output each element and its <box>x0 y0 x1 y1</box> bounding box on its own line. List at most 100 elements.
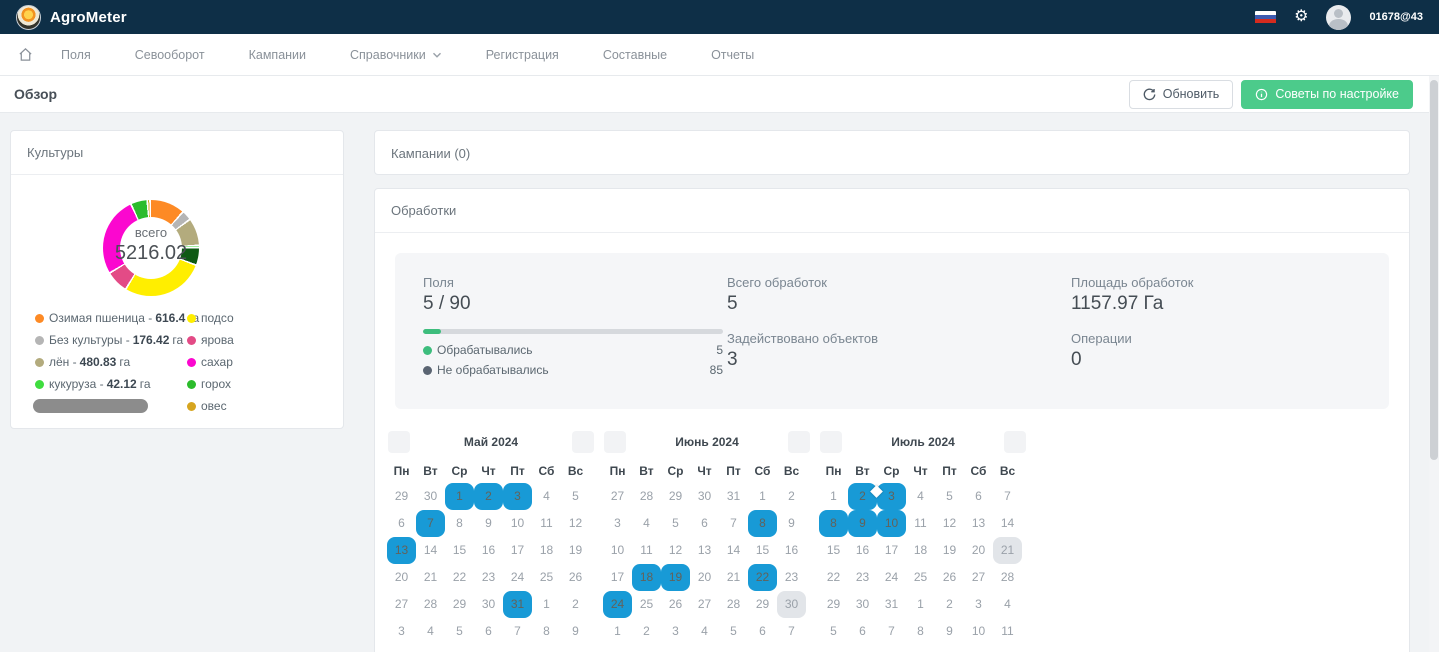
calendar-day[interactable]: 29 <box>748 591 777 618</box>
calendar-day[interactable]: 6 <box>964 483 993 510</box>
calendar-day[interactable]: 24 <box>877 564 906 591</box>
calendar-next-button[interactable] <box>1004 431 1026 453</box>
calendar-day[interactable]: 10 <box>503 510 532 537</box>
legend-item[interactable]: овес <box>187 395 327 417</box>
calendar-day[interactable]: 23 <box>777 564 806 591</box>
calendar-day[interactable]: 7 <box>877 618 906 645</box>
calendar-day[interactable]: 8 <box>445 510 474 537</box>
calendar-day[interactable]: 1 <box>445 483 474 510</box>
menu-item-reports[interactable]: Отчеты <box>711 48 754 62</box>
calendar-day[interactable]: 4 <box>632 510 661 537</box>
calendar-day[interactable]: 7 <box>503 618 532 645</box>
legend-item[interactable]: Без культуры - 176.42га <box>35 329 187 351</box>
calendar-day[interactable]: 11 <box>532 510 561 537</box>
legend-item[interactable]: лён - 480.83га <box>35 351 187 373</box>
calendar-day[interactable]: 25 <box>906 564 935 591</box>
calendar-day[interactable]: 7 <box>993 483 1022 510</box>
calendar-day[interactable]: 23 <box>474 564 503 591</box>
calendar-day[interactable]: 7 <box>416 510 445 537</box>
setup-tips-button[interactable]: Советы по настройке <box>1241 80 1413 109</box>
user-avatar[interactable] <box>1326 5 1351 30</box>
menu-item-directories[interactable]: Справочники <box>350 48 442 62</box>
calendar-day[interactable]: 14 <box>416 537 445 564</box>
legend-item[interactable]: кукуруза - 42.12га <box>35 373 187 395</box>
calendar-day[interactable]: 15 <box>819 537 848 564</box>
calendar-day[interactable]: 11 <box>993 618 1022 645</box>
calendar-day[interactable]: 17 <box>603 564 632 591</box>
calendar-day[interactable]: 9 <box>935 618 964 645</box>
calendar-day[interactable]: 12 <box>561 510 590 537</box>
calendar-day[interactable]: 29 <box>819 591 848 618</box>
calendar-day[interactable]: 30 <box>690 483 719 510</box>
calendar-day[interactable]: 9 <box>474 510 503 537</box>
calendar-day[interactable]: 4 <box>906 483 935 510</box>
calendar-day[interactable]: 16 <box>848 537 877 564</box>
calendar-day[interactable]: 8 <box>906 618 935 645</box>
vertical-scrollbar[interactable] <box>1429 76 1439 652</box>
calendar-day[interactable]: 27 <box>603 483 632 510</box>
calendar-day[interactable]: 15 <box>748 537 777 564</box>
calendar-day[interactable]: 9 <box>561 618 590 645</box>
calendar-day[interactable]: 30 <box>416 483 445 510</box>
calendar-day[interactable]: 5 <box>445 618 474 645</box>
legend-item[interactable]: сахар <box>187 351 327 373</box>
calendar-day[interactable]: 3 <box>603 510 632 537</box>
calendar-day[interactable]: 29 <box>661 483 690 510</box>
calendar-day[interactable]: 16 <box>777 537 806 564</box>
calendar-day[interactable]: 25 <box>632 591 661 618</box>
calendar-day[interactable]: 3 <box>661 618 690 645</box>
calendar-day[interactable]: 4 <box>532 483 561 510</box>
menu-item-registration[interactable]: Регистрация <box>486 48 559 62</box>
calendar-day[interactable]: 17 <box>877 537 906 564</box>
calendar-day[interactable]: 31 <box>877 591 906 618</box>
calendar-day[interactable]: 21 <box>719 564 748 591</box>
calendar-day[interactable]: 13 <box>387 537 416 564</box>
language-flag-russia-icon[interactable] <box>1255 11 1276 24</box>
calendar-day[interactable]: 19 <box>561 537 590 564</box>
calendar-day[interactable]: 6 <box>474 618 503 645</box>
calendar-day[interactable]: 2 <box>777 483 806 510</box>
settings-gear-icon[interactable]: ⚙ <box>1294 9 1308 25</box>
calendar-day[interactable]: 13 <box>690 537 719 564</box>
calendar-next-button[interactable] <box>572 431 594 453</box>
calendar-day[interactable]: 5 <box>819 618 848 645</box>
calendar-day[interactable]: 6 <box>387 510 416 537</box>
calendar-day[interactable]: 5 <box>661 510 690 537</box>
calendar-day[interactable]: 21 <box>993 537 1022 564</box>
calendar-day[interactable]: 10 <box>964 618 993 645</box>
calendar-day[interactable]: 27 <box>690 591 719 618</box>
calendar-day[interactable]: 4 <box>993 591 1022 618</box>
calendar-day[interactable]: 28 <box>416 591 445 618</box>
calendar-day[interactable]: 31 <box>503 591 532 618</box>
calendar-prev-button[interactable] <box>820 431 842 453</box>
menu-item-campaigns[interactable]: Кампании <box>249 48 306 62</box>
calendar-day[interactable]: 4 <box>416 618 445 645</box>
calendar-day[interactable]: 8 <box>748 510 777 537</box>
calendar-day[interactable]: 11 <box>906 510 935 537</box>
menu-item-composite[interactable]: Составные <box>603 48 667 62</box>
calendar-day[interactable]: 24 <box>503 564 532 591</box>
calendar-day[interactable]: 22 <box>445 564 474 591</box>
username-label[interactable]: 01678@43 <box>1369 11 1423 23</box>
calendar-day[interactable]: 8 <box>819 510 848 537</box>
calendar-day[interactable]: 26 <box>935 564 964 591</box>
calendar-day[interactable]: 1 <box>819 483 848 510</box>
calendar-day[interactable]: 22 <box>748 564 777 591</box>
calendar-day[interactable]: 5 <box>561 483 590 510</box>
calendar-day[interactable]: 11 <box>632 537 661 564</box>
calendar-day[interactable]: 31 <box>719 483 748 510</box>
calendar-day[interactable]: 6 <box>848 618 877 645</box>
calendar-day[interactable]: 18 <box>532 537 561 564</box>
calendar-day[interactable]: 15 <box>445 537 474 564</box>
calendar-day[interactable]: 29 <box>445 591 474 618</box>
calendar-day[interactable]: 28 <box>719 591 748 618</box>
cultures-donut-chart[interactable] <box>103 200 199 296</box>
calendar-day[interactable]: 10 <box>877 510 906 537</box>
calendar-day[interactable]: 24 <box>603 591 632 618</box>
calendar-day[interactable]: 29 <box>387 483 416 510</box>
calendar-day[interactable]: 5 <box>935 483 964 510</box>
calendar-day[interactable]: 30 <box>474 591 503 618</box>
legend-item[interactable]: горох <box>187 373 327 395</box>
app-logo-icon[interactable] <box>16 5 41 30</box>
scrollbar-thumb[interactable] <box>1430 80 1438 460</box>
